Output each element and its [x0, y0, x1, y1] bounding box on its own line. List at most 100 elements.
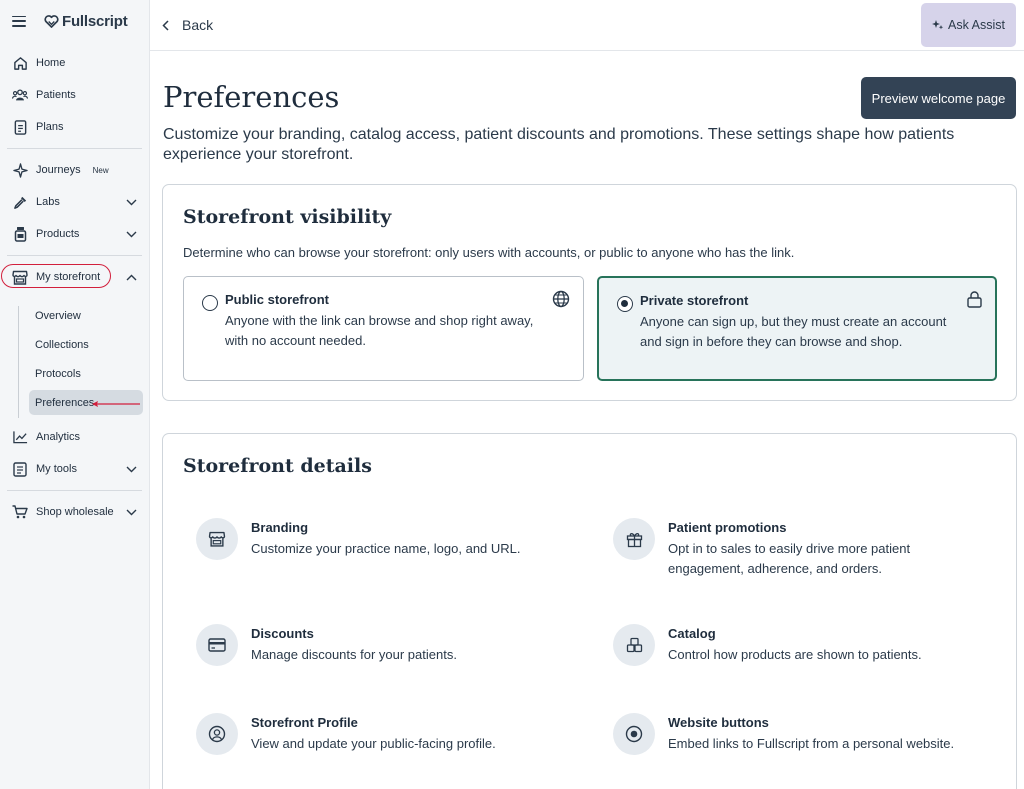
chevron-up-icon[interactable] [126, 272, 137, 284]
detail-website-buttons[interactable]: Website buttons Embed links to Fullscrip… [613, 713, 993, 773]
fullscript-logo[interactable]: Fullscript [44, 13, 128, 30]
page-title: Preferences [163, 80, 340, 114]
sidebar-item-label: Journeys [36, 164, 81, 176]
catalog-icon [613, 624, 655, 666]
detail-patient-promotions[interactable]: Patient promotions Opt in to sales to ea… [613, 518, 993, 578]
sidebar-item-shop-wholesale[interactable]: Shop wholesale [0, 496, 149, 528]
sidebar-item-label: Shop wholesale [36, 506, 114, 518]
detail-catalog[interactable]: Catalog Control how products are shown t… [613, 624, 993, 684]
users-icon [12, 87, 28, 103]
storefront-details-card: Storefront details Branding Customize yo… [162, 433, 1017, 789]
sidebar-item-label: Plans [36, 121, 64, 133]
sidebar-item-home[interactable]: Home [0, 47, 149, 79]
radio-private[interactable] [617, 296, 633, 312]
sidebar-divider [7, 490, 142, 491]
sidebar: Fullscript Home Patients Plans Journeys … [0, 0, 150, 789]
credit-card-icon [196, 624, 238, 666]
pipette-icon [12, 194, 28, 210]
preview-welcome-page-button[interactable]: Preview welcome page [861, 77, 1016, 119]
private-storefront-option[interactable]: Private storefront Anyone can sign up, b… [597, 276, 997, 381]
sidebar-subitem-label: Preferences [35, 396, 95, 409]
detail-title[interactable]: Storefront Profile [251, 715, 358, 730]
sidebar-item-label: Patients [36, 89, 76, 101]
ask-assist-button[interactable]: Ask Assist [921, 3, 1016, 47]
profile-icon [196, 713, 238, 755]
sidebar-item-label: Products [36, 228, 80, 240]
cart-icon [12, 504, 28, 520]
section-title: Storefront details [183, 455, 372, 477]
option-description: Anyone can sign up, but they must create… [640, 314, 947, 349]
detail-description: Manage discounts for your patients. [251, 647, 457, 662]
sparkles-icon [932, 20, 944, 30]
home-icon [12, 55, 28, 71]
detail-description: Control how products are shown to patien… [668, 647, 922, 662]
back-label: Back [182, 17, 214, 33]
sidebar-item-my-storefront[interactable]: My storefront [0, 261, 149, 293]
sidebar-item-products[interactable]: Products [0, 218, 149, 250]
document-icon [12, 119, 28, 135]
detail-title[interactable]: Patient promotions [668, 520, 786, 535]
sidebar-item-my-tools[interactable]: My tools [0, 453, 149, 485]
new-badge: New [92, 165, 109, 175]
back-button[interactable]: Back [162, 17, 213, 33]
sidebar-item-label: Labs [36, 196, 60, 208]
detail-description: View and update your public-facing profi… [251, 736, 496, 751]
page-description: Customize your branding, catalog access,… [163, 126, 955, 163]
menu-icon[interactable] [12, 15, 26, 27]
arrow-pointer-icon [92, 401, 140, 407]
sidebar-item-labs[interactable]: Labs [0, 186, 149, 218]
line-chart-icon [12, 429, 28, 445]
sidebar-item-label: Analytics [36, 431, 81, 443]
storefront-icon [196, 518, 238, 560]
sidebar-item-journeys[interactable]: Journeys New [0, 154, 149, 186]
sidebar-subitem-collections[interactable]: Collections [0, 330, 149, 359]
sidebar-header: Fullscript [0, 0, 149, 42]
detail-storefront-profile[interactable]: Storefront Profile View and update your … [196, 713, 576, 773]
sidebar-subitem-preferences[interactable]: Preferences [29, 390, 143, 415]
sidebar-item-patients[interactable]: Patients [0, 79, 149, 111]
detail-description: Customize your practice name, logo, and … [251, 541, 521, 556]
sidebar-item-label: My tools [36, 463, 77, 475]
chevron-down-icon[interactable] [126, 229, 137, 241]
detail-description: Opt in to sales to easily drive more pat… [668, 541, 911, 576]
radio-public[interactable] [202, 295, 218, 311]
sidebar-subitem-protocols[interactable]: Protocols [0, 359, 149, 388]
detail-discounts[interactable]: Discounts Manage discounts for your pati… [196, 624, 576, 684]
sparkle-icon [12, 162, 28, 178]
option-description: Anyone with the link can browse and shop… [225, 313, 534, 348]
sidebar-item-plans[interactable]: Plans [0, 111, 149, 143]
detail-title[interactable]: Website buttons [668, 715, 769, 730]
target-icon [613, 713, 655, 755]
section-title: Storefront visibility [183, 206, 392, 228]
storefront-submenu: Overview Collections Protocols Preferenc… [0, 301, 149, 415]
highlight-outline [1, 264, 111, 288]
sidebar-subitem-overview[interactable]: Overview [0, 301, 149, 330]
chevron-down-icon[interactable] [126, 464, 137, 476]
option-title: Public storefront [225, 292, 330, 307]
section-subtitle: Determine who can browse your storefront… [183, 245, 795, 260]
logo-text: Fullscript [62, 12, 128, 30]
sidebar-item-label: Home [36, 57, 66, 69]
top-bar: Back Ask Assist [150, 0, 1024, 51]
sidebar-divider [7, 148, 142, 149]
ask-assist-label: Ask Assist [948, 18, 1005, 32]
chevron-down-icon[interactable] [126, 507, 137, 519]
sidebar-divider [7, 255, 142, 256]
detail-branding[interactable]: Branding Customize your practice name, l… [196, 518, 576, 578]
gift-icon [613, 518, 655, 560]
tools-icon [12, 461, 28, 477]
detail-description: Embed links to Fullscript from a persona… [668, 736, 955, 751]
public-storefront-option[interactable]: Public storefront Anyone with the link c… [183, 276, 584, 381]
storefront-visibility-card: Storefront visibility Determine who can … [162, 184, 1017, 401]
option-title: Private storefront [640, 293, 749, 308]
detail-title[interactable]: Branding [251, 520, 308, 535]
globe-icon [552, 290, 570, 313]
lock-icon [967, 291, 982, 313]
heart-logo-icon [44, 14, 59, 28]
bottle-icon [12, 226, 28, 242]
sidebar-item-analytics[interactable]: Analytics [0, 421, 149, 453]
detail-title[interactable]: Catalog [668, 626, 716, 641]
detail-title[interactable]: Discounts [251, 626, 314, 641]
chevron-left-icon [162, 19, 169, 31]
chevron-down-icon[interactable] [126, 197, 137, 209]
